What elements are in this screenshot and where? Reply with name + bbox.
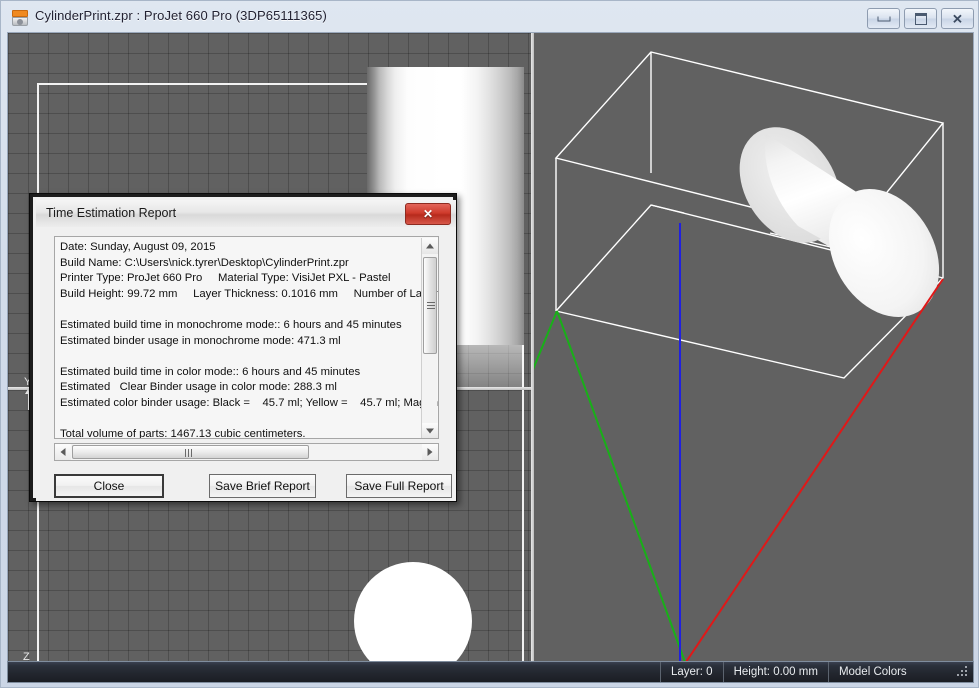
maximize-button[interactable] [904, 8, 937, 29]
dialog-frame: Time Estimation Report ✕ Date: Sunday, A… [30, 194, 456, 501]
close-button[interactable]: ✕ [941, 8, 974, 29]
dialog-close-button[interactable]: ✕ [405, 203, 451, 225]
status-height: Height: 0.00 mm [722, 662, 828, 682]
vertical-scroll-thumb[interactable] [423, 257, 437, 354]
status-bar: Layer: 0 Height: 0.00 mm Model Colors [7, 661, 974, 683]
cylinder-3d [739, 127, 940, 317]
viewport-perspective[interactable] [534, 33, 973, 662]
title-bar: CylinderPrint.zpr : ProJet 660 Pro (3DP6… [1, 1, 979, 33]
status-model-colors: Model Colors [827, 662, 917, 682]
scroll-down-icon[interactable] [422, 423, 438, 438]
y-axis-line [534, 310, 558, 370]
dialog-title-bar: Time Estimation Report ✕ [36, 200, 456, 228]
report-horizontal-scrollbar[interactable] [54, 443, 439, 461]
dialog-body: Date: Sunday, August 09, 2015 Build Name… [36, 227, 456, 501]
window-controls: ✕ [867, 8, 974, 29]
status-layer: Layer: 0 [660, 662, 723, 682]
scroll-right-icon[interactable] [422, 444, 438, 460]
dialog-title: Time Estimation Report [46, 206, 177, 220]
dialog-button-row: Close Save Brief Report Save Full Report [54, 474, 452, 498]
report-content: Date: Sunday, August 09, 2015 Build Name… [60, 241, 438, 439]
y-axis-line-2 [556, 310, 687, 662]
application-window: CylinderPrint.zpr : ProJet 660 Pro (3DP6… [0, 0, 979, 688]
close-button[interactable]: Close [54, 474, 164, 498]
minimize-button[interactable] [867, 8, 900, 29]
time-estimation-dialog: Time Estimation Report ✕ Date: Sunday, A… [29, 193, 457, 502]
report-text-area[interactable]: Date: Sunday, August 09, 2015 Build Name… [54, 236, 439, 439]
resize-grip-icon[interactable] [956, 665, 970, 679]
close-icon: ✕ [422, 207, 434, 221]
report-vertical-scrollbar[interactable] [421, 238, 438, 438]
save-brief-report-button[interactable]: Save Brief Report [209, 474, 316, 498]
scroll-left-icon[interactable] [55, 444, 71, 460]
scroll-up-icon[interactable] [422, 238, 438, 254]
perspective-scene [534, 51, 945, 662]
save-full-report-button[interactable]: Save Full Report [346, 474, 452, 498]
horizontal-scroll-thumb[interactable] [72, 445, 309, 459]
close-icon: ✕ [952, 11, 963, 26]
x-axis-line [684, 278, 944, 662]
printer-icon [11, 9, 29, 27]
window-title: CylinderPrint.zpr : ProJet 660 Pro (3DP6… [35, 8, 327, 23]
